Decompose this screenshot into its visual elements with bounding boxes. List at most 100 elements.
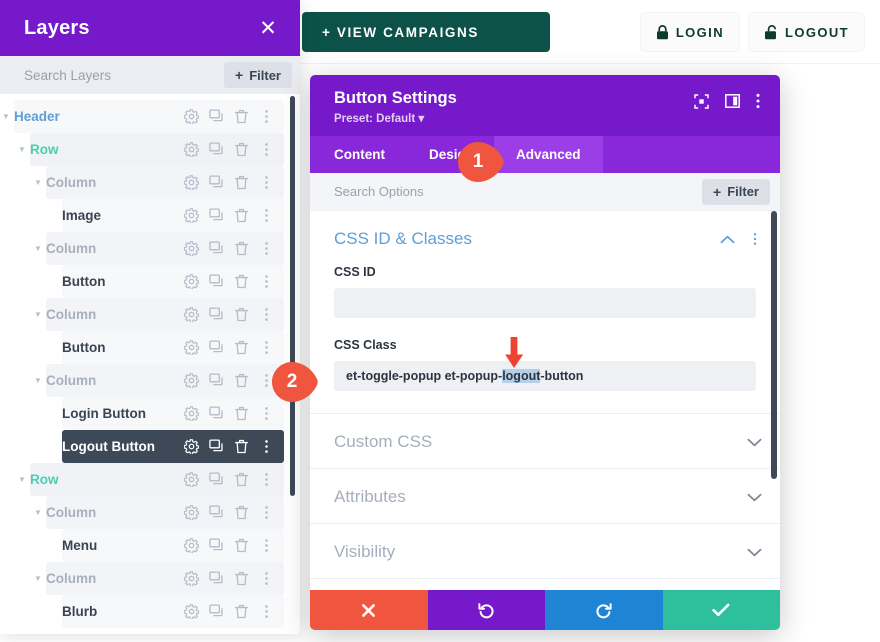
logout-button[interactable]: LOGOUT: [748, 13, 864, 51]
more-vertical-icon[interactable]: [259, 505, 274, 520]
layer-row-button[interactable]: Button: [62, 331, 284, 364]
trash-icon[interactable]: [234, 373, 249, 388]
trash-icon[interactable]: [234, 406, 249, 421]
settings-tabs[interactable]: Content Design Advanced: [310, 136, 780, 173]
trash-icon[interactable]: [234, 175, 249, 190]
gear-icon[interactable]: [184, 175, 199, 190]
layer-row-image[interactable]: Image: [62, 199, 284, 232]
trash-icon[interactable]: [234, 505, 249, 520]
gear-icon[interactable]: [184, 472, 199, 487]
more-vertical-icon[interactable]: [259, 307, 274, 322]
more-vertical-icon[interactable]: [259, 373, 274, 388]
layer-row-column[interactable]: ▼ Column: [34, 298, 284, 331]
more-vertical-icon[interactable]: [259, 340, 274, 355]
layer-row-column[interactable]: ▼ Column: [34, 364, 284, 397]
caret-down-icon[interactable]: ▼: [14, 475, 30, 484]
layer-row-menu[interactable]: Menu: [62, 529, 284, 562]
duplicate-icon[interactable]: [209, 307, 224, 322]
caret-down-icon[interactable]: ▼: [14, 145, 30, 154]
more-vertical-icon[interactable]: [756, 93, 760, 114]
caret-down-icon[interactable]: ▼: [0, 112, 14, 121]
more-vertical-icon[interactable]: [259, 472, 274, 487]
duplicate-icon[interactable]: [209, 505, 224, 520]
layers-filter-button[interactable]: + Filter: [224, 62, 292, 88]
more-vertical-icon[interactable]: [259, 241, 274, 256]
chevron-up-icon[interactable]: [720, 235, 735, 244]
cancel-button[interactable]: [310, 590, 428, 630]
trash-icon[interactable]: [234, 307, 249, 322]
caret-down-icon[interactable]: ▼: [30, 574, 46, 583]
duplicate-icon[interactable]: [209, 274, 224, 289]
layer-row-login-button[interactable]: Login Button: [62, 397, 284, 430]
caret-down-icon[interactable]: ▼: [30, 178, 46, 187]
layer-row-logout-button[interactable]: Logout Button: [62, 430, 284, 463]
panel-layout-icon[interactable]: [725, 94, 740, 113]
duplicate-icon[interactable]: [209, 175, 224, 190]
duplicate-icon[interactable]: [209, 439, 224, 454]
trash-icon[interactable]: [234, 109, 249, 124]
trash-icon[interactable]: [234, 604, 249, 619]
chevron-down-icon[interactable]: [747, 548, 762, 557]
login-button[interactable]: LOGIN: [640, 13, 739, 51]
more-vertical-icon[interactable]: [259, 142, 274, 157]
section-header[interactable]: CSS ID & Classes: [310, 211, 780, 265]
layer-row-column[interactable]: ▼ Column: [34, 562, 284, 595]
gear-icon[interactable]: [184, 373, 199, 388]
duplicate-icon[interactable]: [209, 142, 224, 157]
duplicate-icon[interactable]: [209, 604, 224, 619]
settings-scrollbar[interactable]: [771, 211, 777, 479]
gear-icon[interactable]: [184, 241, 199, 256]
more-vertical-icon[interactable]: [748, 232, 762, 246]
section-header[interactable]: Custom CSS: [310, 414, 780, 468]
layer-row-header[interactable]: ▼ Header: [2, 100, 284, 133]
more-vertical-icon[interactable]: [259, 571, 274, 586]
layer-row-blurb[interactable]: Blurb: [62, 595, 284, 628]
chevron-down-icon[interactable]: [747, 438, 762, 447]
trash-icon[interactable]: [234, 472, 249, 487]
view-campaigns-button[interactable]: + VIEW CAMPAIGNS: [302, 12, 550, 52]
undo-button[interactable]: [427, 590, 545, 630]
trash-icon[interactable]: [234, 571, 249, 586]
save-button[interactable]: [662, 590, 780, 630]
tab-design[interactable]: Design: [409, 136, 494, 173]
section-header[interactable]: Attributes: [310, 469, 780, 523]
more-vertical-icon[interactable]: [259, 175, 274, 190]
tab-advanced[interactable]: Advanced: [494, 136, 603, 173]
trash-icon[interactable]: [234, 439, 249, 454]
duplicate-icon[interactable]: [209, 472, 224, 487]
duplicate-icon[interactable]: [209, 373, 224, 388]
search-layers-input[interactable]: Search Layers: [24, 68, 111, 83]
focus-target-icon[interactable]: [694, 93, 709, 114]
layer-row-column[interactable]: ▼ Column: [34, 496, 284, 529]
search-options-input[interactable]: Search Options: [334, 184, 424, 199]
layer-row-column[interactable]: ▼ Column: [34, 166, 284, 199]
more-vertical-icon[interactable]: [259, 439, 274, 454]
gear-icon[interactable]: [184, 208, 199, 223]
gear-icon[interactable]: [184, 571, 199, 586]
trash-icon[interactable]: [234, 340, 249, 355]
gear-icon[interactable]: [184, 142, 199, 157]
more-vertical-icon[interactable]: [259, 274, 274, 289]
layers-scrollbar[interactable]: [290, 96, 295, 496]
trash-icon[interactable]: [234, 142, 249, 157]
duplicate-icon[interactable]: [209, 340, 224, 355]
more-vertical-icon[interactable]: [259, 109, 274, 124]
duplicate-icon[interactable]: [209, 109, 224, 124]
settings-preset-selector[interactable]: Preset: Default ▾: [334, 111, 457, 125]
trash-icon[interactable]: [234, 241, 249, 256]
caret-down-icon[interactable]: ▼: [30, 508, 46, 517]
gear-icon[interactable]: [184, 274, 199, 289]
layer-row-row[interactable]: ▼ Row: [18, 463, 284, 496]
section-header[interactable]: Visibility: [310, 524, 780, 578]
caret-down-icon[interactable]: ▼: [30, 310, 46, 319]
redo-button[interactable]: [545, 590, 663, 630]
duplicate-icon[interactable]: [209, 571, 224, 586]
trash-icon[interactable]: [234, 538, 249, 553]
trash-icon[interactable]: [234, 274, 249, 289]
css-class-input[interactable]: et-toggle-popup et-popup-logout -button: [334, 361, 756, 391]
duplicate-icon[interactable]: [209, 208, 224, 223]
layer-row-column[interactable]: ▼ Column: [34, 232, 284, 265]
close-icon[interactable]: ✕: [256, 16, 280, 40]
more-vertical-icon[interactable]: [259, 208, 274, 223]
more-vertical-icon[interactable]: [259, 604, 274, 619]
